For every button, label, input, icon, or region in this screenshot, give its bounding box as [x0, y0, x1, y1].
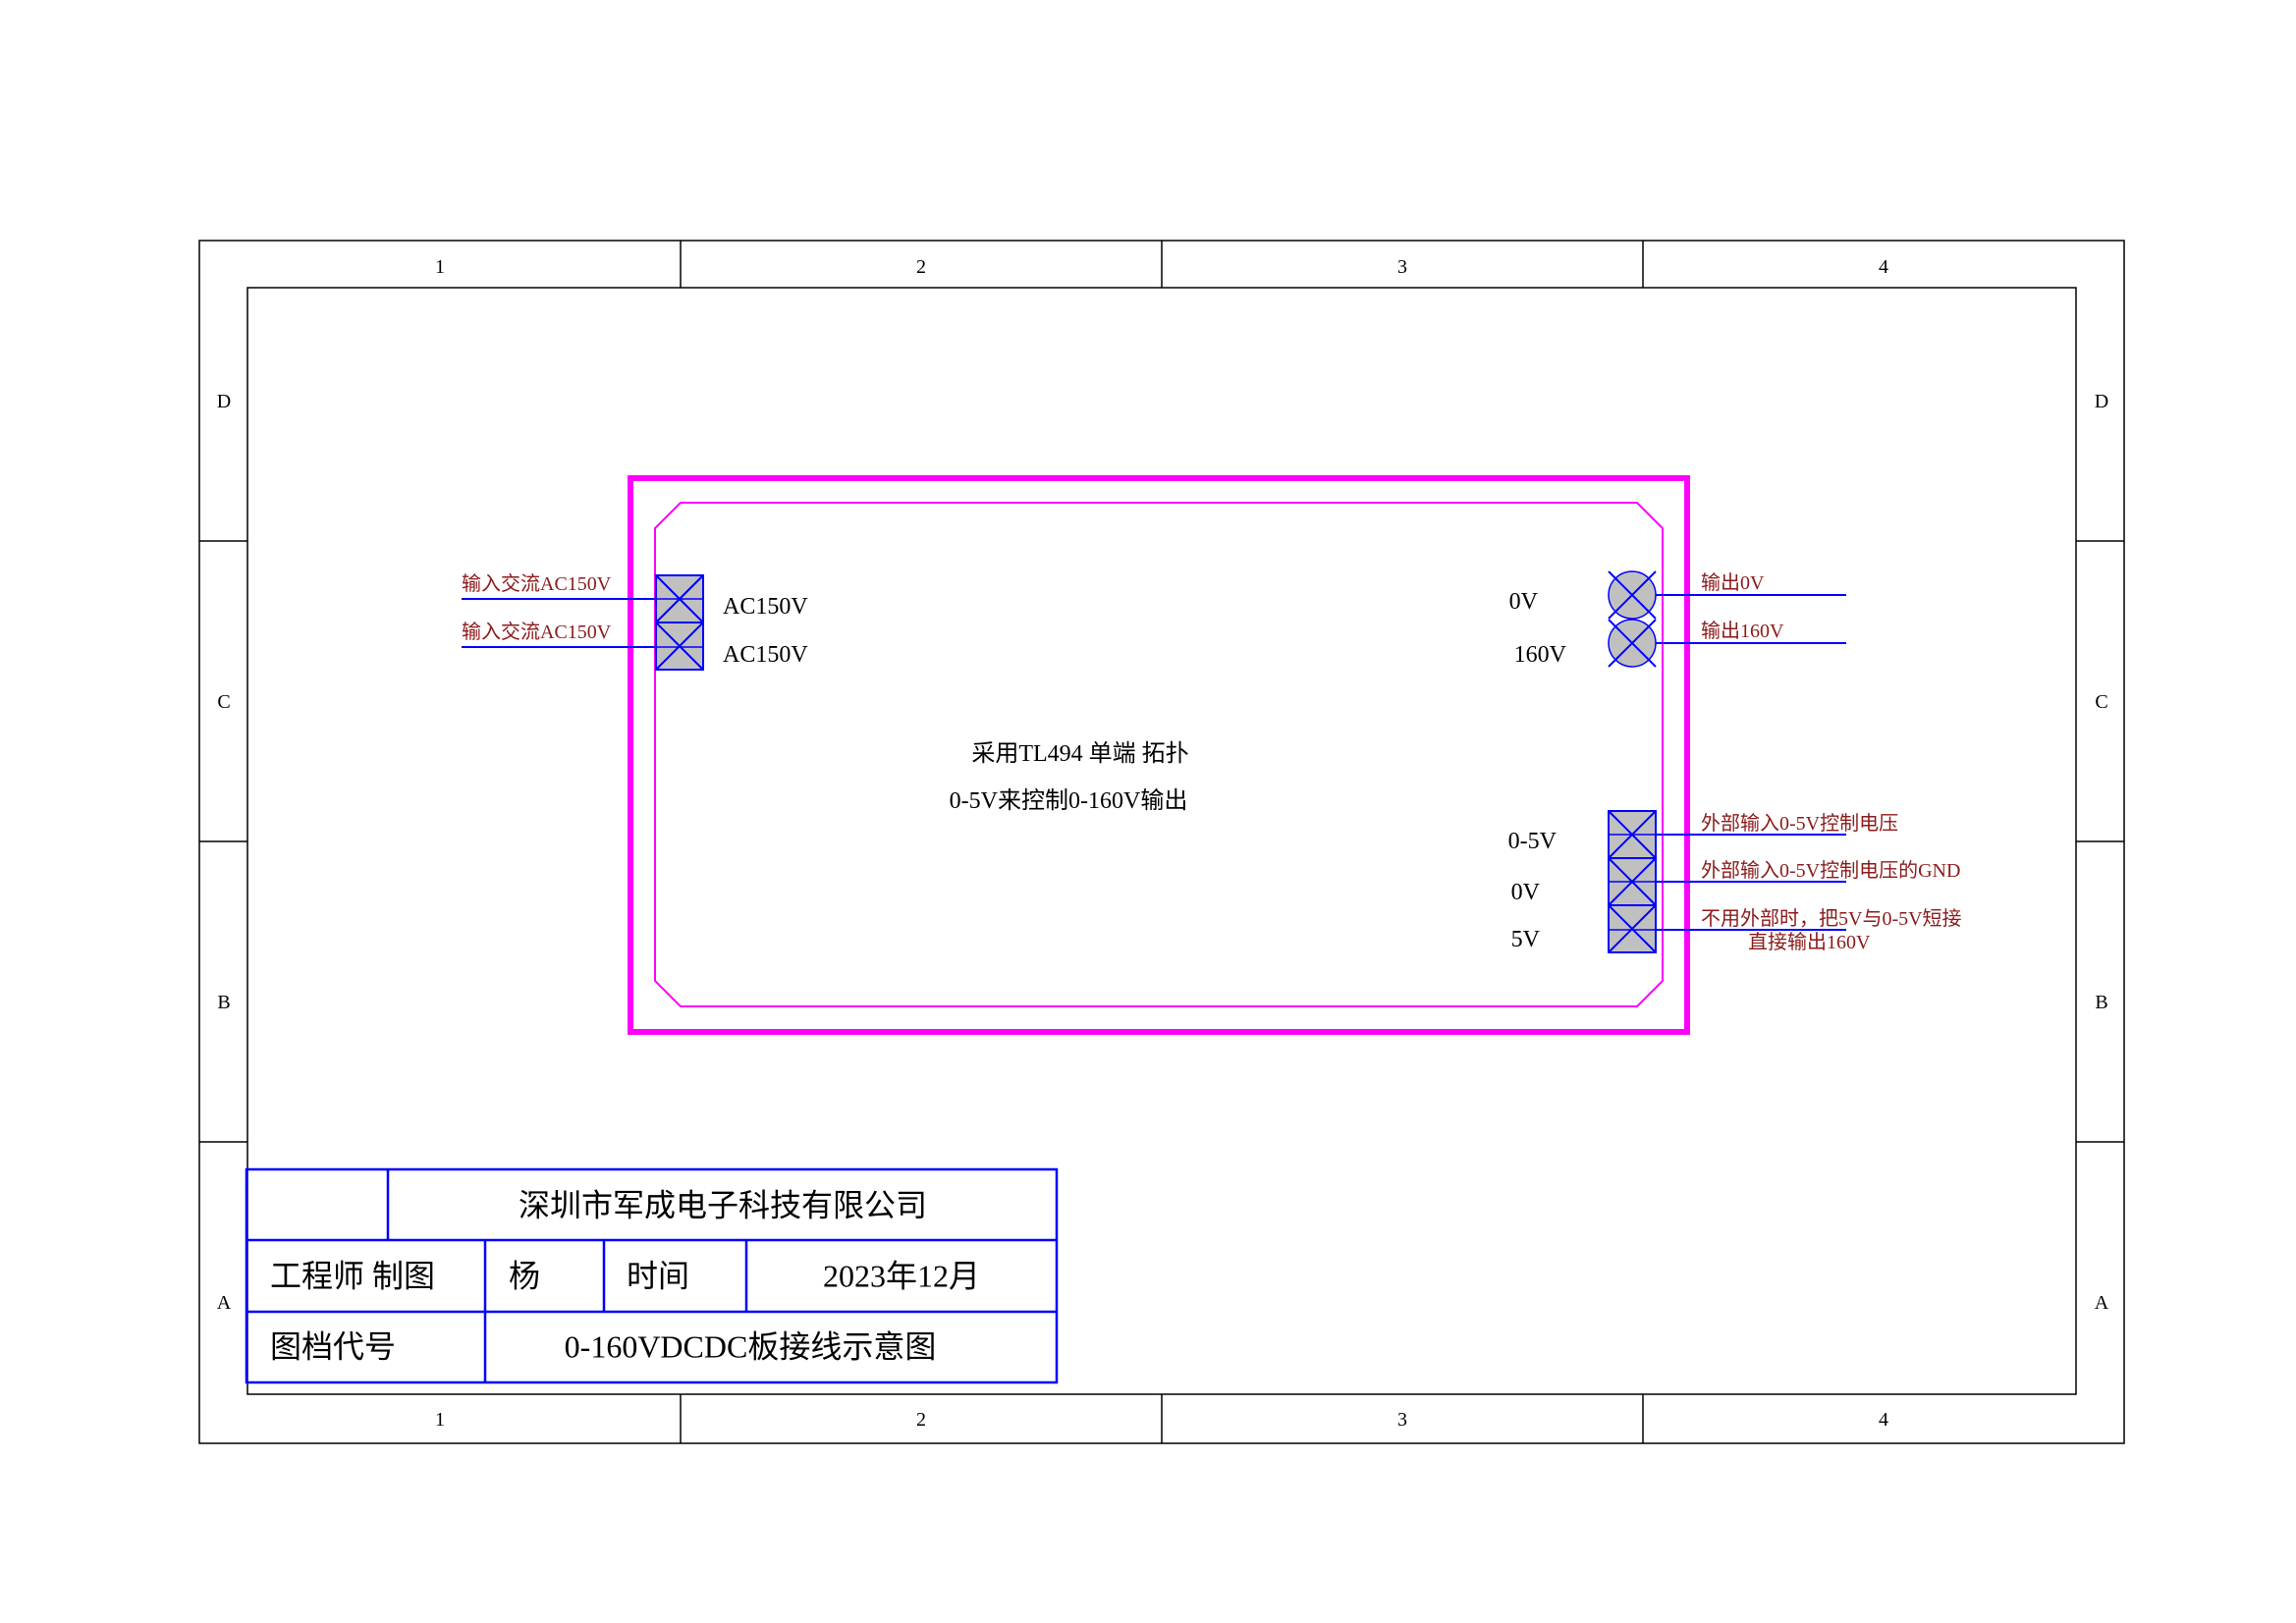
schematic-sheet: 1 2 3 4 1 2 3 4 D C B A D C B A 采用TL494 …: [198, 240, 2125, 1444]
row-label: D: [2095, 391, 2108, 412]
row-label: C: [217, 691, 230, 713]
doc-label: 图档代号: [270, 1328, 396, 1364]
output-wire-label: 输出160V: [1701, 620, 1784, 642]
row-label: B: [217, 992, 230, 1013]
drawing-frame: [198, 240, 2125, 1444]
row-label: A: [2095, 1292, 2109, 1314]
control-pin-label: 0V: [1511, 880, 1541, 905]
engineer-name: 杨: [509, 1258, 540, 1293]
column-label: 4: [1879, 256, 1888, 278]
column-label: 3: [1397, 1409, 1407, 1431]
control-extra-note: 直接输出160V: [1748, 931, 1871, 953]
output-pin-label: 160V: [1514, 642, 1567, 668]
column-label: 1: [435, 1409, 445, 1431]
row-label: A: [217, 1292, 232, 1314]
title-block: 深圳市军成电子科技有限公司 工程师 制图 杨 时间 2023年12月 图档代号 …: [245, 1167, 1059, 1384]
input-wire-label: 输入交流AC150V: [462, 572, 612, 595]
column-label: 2: [916, 1409, 926, 1431]
output-wire-label: 输出0V: [1701, 571, 1765, 594]
control-wire-label: 外部输入0-5V控制电压: [1701, 812, 1898, 835]
row-labels-right: D C B A: [2095, 391, 2109, 1314]
column-label: 2: [916, 256, 926, 278]
board-note-topology: 采用TL494 单端 拓扑: [971, 740, 1188, 767]
output-connector: 输出0V 输出160V 0V 160V: [1509, 570, 1846, 668]
row-label: D: [217, 391, 231, 412]
control-connector: 外部输入0-5V控制电压 外部输入0-5V控制电压的GND 不用外部时，把5V与…: [1508, 810, 1962, 953]
input-wire-label: 输入交流AC150V: [462, 621, 612, 643]
control-pin-label: 5V: [1511, 927, 1541, 952]
control-wire-label: 外部输入0-5V控制电压的GND: [1701, 859, 1960, 882]
time-label: 时间: [627, 1258, 689, 1293]
column-label: 1: [435, 256, 445, 278]
engineer-label: 工程师 制图: [270, 1258, 435, 1293]
time-value: 2023年12月: [823, 1258, 980, 1293]
control-wire-label: 不用外部时，把5V与0-5V短接: [1701, 907, 1962, 930]
input-pin-label: AC150V: [723, 594, 808, 620]
company-name: 深圳市军成电子科技有限公司: [519, 1187, 927, 1222]
row-label: B: [2095, 992, 2107, 1013]
control-pin-label: 0-5V: [1508, 829, 1558, 854]
doc-title: 0-160VDCDC板接线示意图: [565, 1328, 937, 1364]
row-label: C: [2095, 691, 2107, 713]
column-label: 4: [1879, 1409, 1888, 1431]
row-labels-left: D C B A: [217, 391, 232, 1314]
input-connector: 输入交流AC150V 输入交流AC150V AC150V AC150V: [462, 572, 808, 671]
output-pin-label: 0V: [1509, 589, 1539, 615]
board-note-control: 0-5V来控制0-160V输出: [950, 787, 1188, 814]
input-pin-label: AC150V: [723, 642, 808, 668]
column-label: 3: [1397, 256, 1407, 278]
